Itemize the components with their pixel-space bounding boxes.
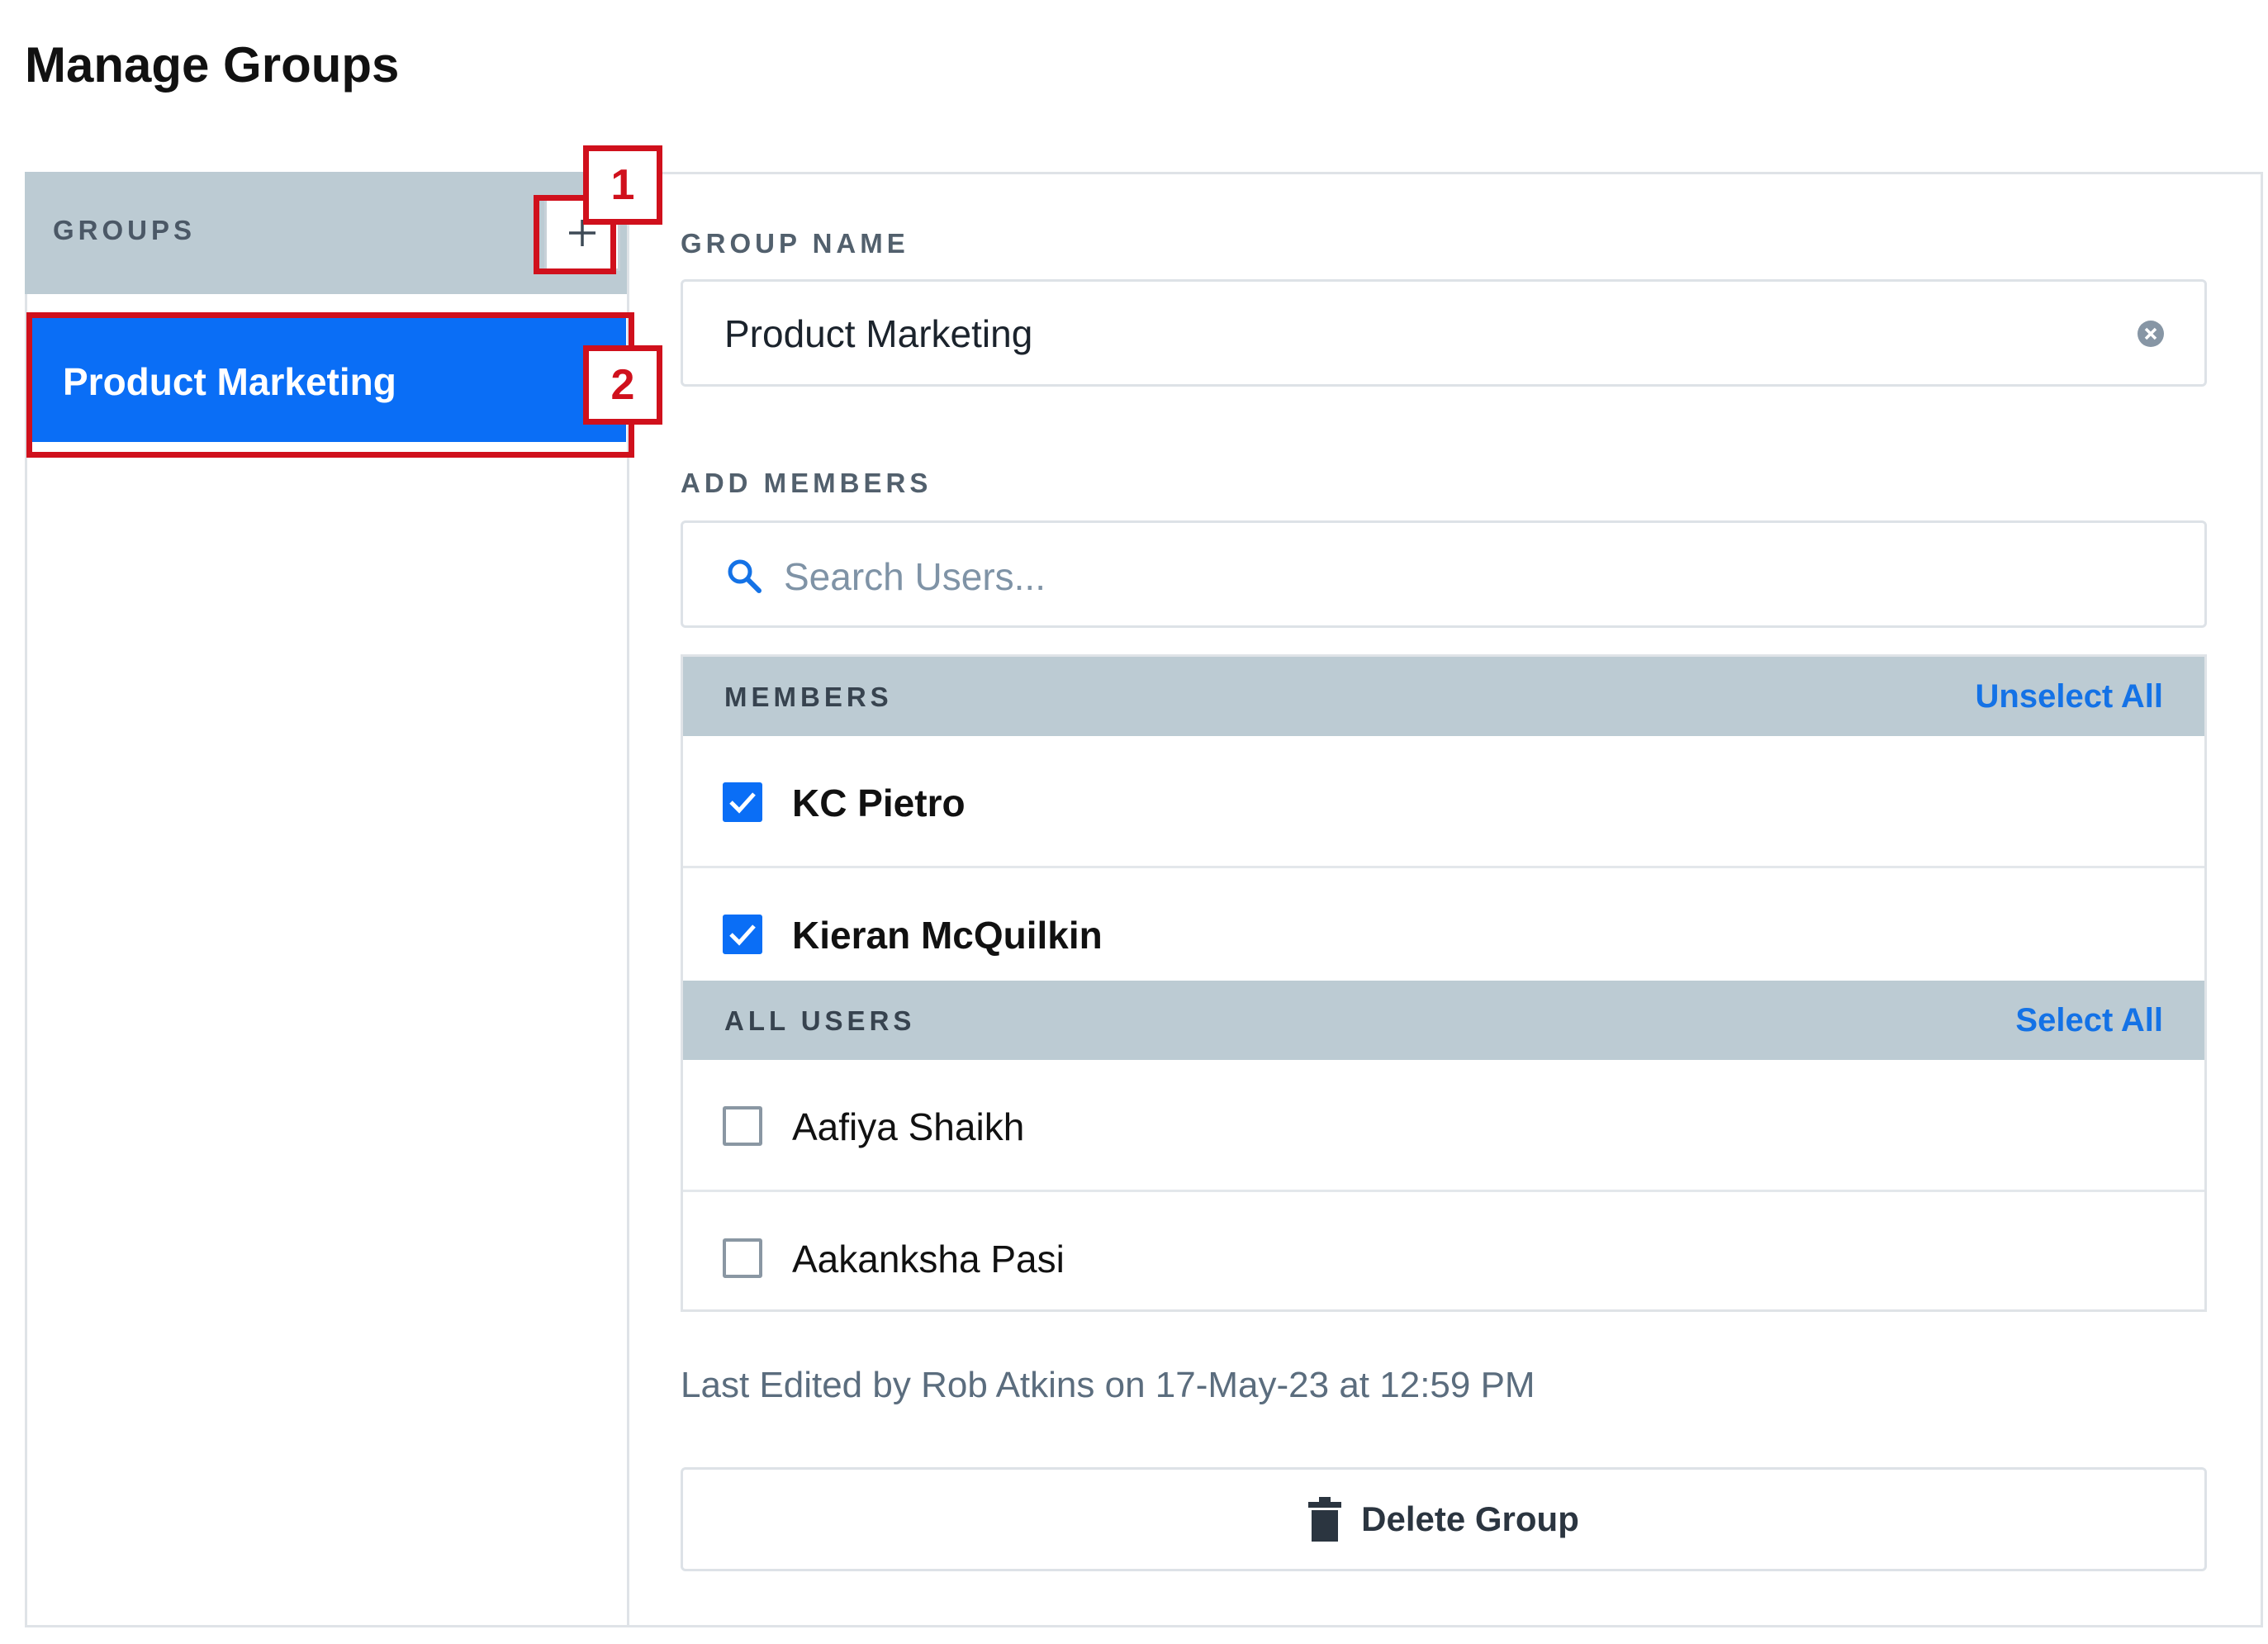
last-edited-text: Last Edited by Rob Atkins on 17-May-23 a… xyxy=(681,1365,1535,1405)
user-row-aafiya-shaikh[interactable]: Aafiya Shaikh xyxy=(683,1060,2204,1192)
members-header-label: MEMBERS xyxy=(724,682,893,712)
trash-icon xyxy=(1308,1497,1342,1542)
search-icon xyxy=(728,559,762,593)
checkmark-icon xyxy=(729,924,756,946)
member-name: KC Pietro xyxy=(792,782,966,824)
checkmark-icon xyxy=(729,792,756,814)
clear-icon[interactable] xyxy=(2137,320,2165,348)
user-name: Aafiya Shaikh xyxy=(792,1105,1025,1148)
checkbox-checked[interactable] xyxy=(723,915,762,954)
delete-group-label: Delete Group xyxy=(1361,1499,1579,1538)
members-header: MEMBERS Unselect All xyxy=(683,657,2204,736)
search-placeholder: Search Users... xyxy=(784,555,1046,598)
all-users-header: ALL USERS Select All xyxy=(683,981,2204,1060)
group-detail-panel: GROUP NAME Product Marketing ADD MEMBERS… xyxy=(629,172,2263,1627)
users-list: MEMBERS Unselect All KC Pietro Kieran Mc… xyxy=(681,654,2207,1312)
user-name: Aakanksha Pasi xyxy=(792,1238,1065,1281)
member-name: Kieran McQuilkin xyxy=(792,914,1103,957)
member-row-kieran-mcquilkin[interactable]: Kieran McQuilkin xyxy=(683,868,2204,976)
group-item-label: Product Marketing xyxy=(63,360,396,403)
checkbox-checked[interactable] xyxy=(723,782,762,822)
groups-sidebar: GROUPS Product Marketing xyxy=(25,172,629,1627)
groups-header-title: GROUPS xyxy=(53,215,197,245)
group-name-label: GROUP NAME xyxy=(681,228,909,259)
search-users-input[interactable]: Search Users... xyxy=(681,520,2207,628)
group-name-field[interactable]: Product Marketing xyxy=(681,279,2207,387)
unselect-all-link[interactable]: Unselect All xyxy=(1976,678,2163,715)
add-members-label: ADD MEMBERS xyxy=(681,468,932,498)
all-users-header-label: ALL USERS xyxy=(724,1005,916,1036)
member-row-kc-pietro[interactable]: KC Pietro xyxy=(683,736,2204,868)
group-name-value: Product Marketing xyxy=(724,312,1033,355)
page-title: Manage Groups xyxy=(25,37,400,93)
groups-header: GROUPS xyxy=(25,172,627,294)
delete-group-button[interactable]: Delete Group xyxy=(681,1467,2207,1571)
checkbox-unchecked[interactable] xyxy=(723,1106,762,1146)
user-row-aakanksha-pasi[interactable]: Aakanksha Pasi xyxy=(683,1192,2204,1309)
select-all-link[interactable]: Select All xyxy=(2015,1002,2163,1039)
checkbox-unchecked[interactable] xyxy=(723,1238,762,1278)
group-item-product-marketing[interactable]: Product Marketing xyxy=(30,316,626,442)
